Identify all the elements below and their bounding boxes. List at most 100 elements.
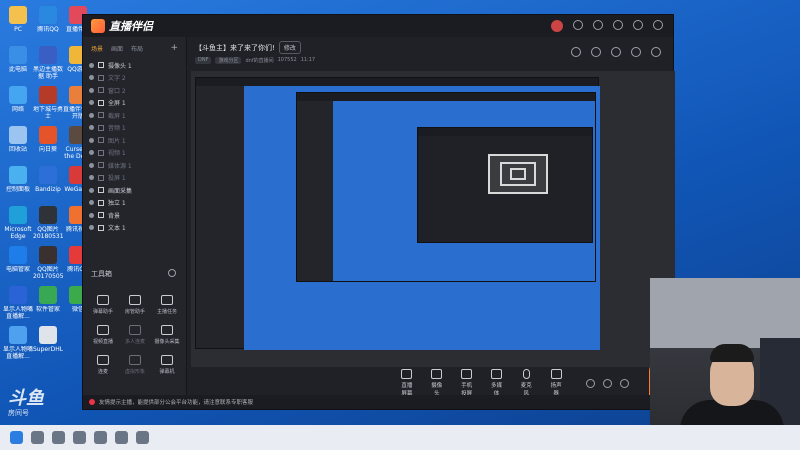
edit-title-button[interactable]: 修改 — [278, 41, 301, 54]
game-tag: DNF — [195, 57, 212, 64]
layer-item[interactable]: 独立 1 — [83, 197, 186, 210]
record-icon[interactable] — [571, 47, 581, 57]
desktop-icon[interactable]: 显示人物嘴 直播解... — [3, 286, 33, 320]
app-icon[interactable] — [115, 431, 128, 444]
start-menu-icon[interactable] — [10, 431, 23, 444]
toolbox-item[interactable]: 虚拟形象 — [119, 355, 151, 375]
eye-icon[interactable] — [603, 378, 613, 388]
gift-icon[interactable] — [611, 47, 621, 57]
desktop-icon[interactable]: Microsoft Edge — [3, 206, 33, 240]
toolbox-item[interactable]: 主播任务 — [151, 295, 183, 315]
layer-item[interactable]: 文字 2 — [83, 72, 186, 85]
room-name: dnf的直播间 — [245, 58, 274, 64]
toolbox-item[interactable]: 多人连麦 — [119, 325, 151, 345]
layer-item[interactable]: 全屏 1 — [83, 97, 186, 110]
layer-item[interactable]: 背景 — [83, 209, 186, 222]
toolbox-settings-icon[interactable] — [168, 269, 176, 277]
settings-icon[interactable] — [620, 378, 630, 388]
settings-icon[interactable] — [593, 20, 603, 30]
layer-item[interactable]: 画面采集 — [83, 184, 186, 197]
desktop-icon[interactable]: 电脑管家 — [3, 246, 33, 280]
layer-item[interactable]: 视频 1 — [83, 147, 186, 160]
eye-icon[interactable] — [89, 162, 94, 168]
minimize-icon[interactable] — [633, 20, 643, 30]
live-companion-taskbar-icon[interactable] — [136, 431, 149, 444]
toolbox-item[interactable]: 视频直播 — [87, 325, 119, 345]
layer-item[interactable]: 文本 1 — [83, 222, 186, 235]
desktop-icon[interactable]: 此电脑 — [3, 46, 33, 80]
desktop-icon[interactable]: 黑边主播数据 助手 — [33, 46, 63, 80]
close-icon[interactable] — [653, 20, 663, 30]
layer-item[interactable]: 媒体源 1 — [83, 159, 186, 172]
toolbox-item[interactable]: 连麦 — [87, 355, 119, 375]
eye-icon[interactable] — [89, 87, 94, 93]
eye-icon[interactable] — [89, 150, 94, 156]
toolbox-item[interactable]: 房管助手 — [119, 295, 151, 315]
tool-icon — [129, 325, 141, 335]
tab-canvas[interactable]: 画面 — [111, 44, 123, 53]
desktop-icon[interactable]: 控制面板 — [3, 166, 33, 200]
layer-type-icon — [98, 99, 104, 106]
explorer-icon[interactable] — [94, 431, 107, 444]
bottom-button[interactable]: 扬声器 — [548, 369, 564, 397]
bell-icon[interactable] — [631, 47, 641, 57]
tab-layout[interactable]: 布局 — [131, 44, 143, 53]
eye-icon[interactable] — [89, 137, 94, 143]
bottom-button[interactable]: 麦克风 — [518, 369, 534, 397]
desktop-icon[interactable]: 回收站 — [3, 126, 33, 160]
desktop-icon[interactable]: SuperDHL... — [33, 326, 63, 360]
layer-item[interactable]: 音频 1 — [83, 122, 186, 135]
desktop-icon[interactable]: 向日葵 — [33, 126, 63, 160]
bottom-button[interactable]: 直播屏幕 — [399, 369, 415, 397]
desktop-icon[interactable]: 网络 — [3, 86, 33, 120]
layer-item[interactable]: 截屏 1 — [83, 109, 186, 122]
toolbox-item[interactable]: 弹幕助手 — [87, 295, 119, 315]
bottom-button[interactable]: 摄像头 — [429, 369, 445, 397]
desktop-icon[interactable]: QQ图片 20170505... — [33, 246, 63, 280]
desktop-icon[interactable]: Bandizip — [33, 166, 63, 200]
eye-icon[interactable] — [89, 125, 94, 131]
search-icon[interactable] — [31, 431, 44, 444]
user-avatar[interactable] — [551, 20, 563, 32]
bottom-button[interactable]: 多媒体 — [489, 369, 505, 397]
desktop-icon[interactable]: 地下城与勇士 — [33, 86, 63, 120]
bottom-button[interactable]: 手机投屏 — [459, 369, 475, 397]
stream-preview[interactable] — [191, 71, 675, 367]
logo-text: 直播伴侣 — [109, 20, 153, 33]
desktop-app-icon — [9, 6, 27, 24]
eye-icon[interactable] — [89, 62, 94, 68]
add-icon[interactable]: + — [170, 43, 178, 53]
desktop-app-icon — [39, 46, 57, 64]
layer-item[interactable]: 窗口 2 — [83, 84, 186, 97]
toolbox-item[interactable]: 弹幕机 — [151, 355, 183, 375]
layer-type-icon — [98, 174, 104, 181]
notice-bar: 友情提示主播，能提供部分公会平台功能，请注意联系专职客服 — [83, 395, 673, 409]
eye-icon[interactable] — [89, 200, 94, 206]
layer-item[interactable]: 投屏 1 — [83, 172, 186, 185]
eye-icon[interactable] — [89, 112, 94, 118]
camera-icon[interactable] — [586, 378, 596, 388]
desktop-icon[interactable]: 软件管家 — [33, 286, 63, 320]
desktop-icon[interactable]: 腾讯QQ — [33, 6, 63, 40]
desktop-icon[interactable]: PC — [3, 6, 33, 40]
desktop-icon-label: 控制面板 — [5, 186, 30, 193]
share-icon[interactable] — [591, 47, 601, 57]
task-view-icon[interactable] — [52, 431, 65, 444]
eye-icon[interactable] — [89, 225, 94, 231]
eye-icon[interactable] — [89, 75, 94, 81]
layer-item[interactable]: 摄像头 1 — [83, 59, 186, 72]
eye-icon[interactable] — [89, 100, 94, 106]
help-icon[interactable] — [613, 20, 623, 30]
desktop-icon[interactable]: 显示人物嘴 直播解... — [3, 326, 33, 360]
message-icon[interactable] — [573, 20, 583, 30]
eye-icon[interactable] — [89, 175, 94, 181]
eye-icon[interactable] — [89, 187, 94, 193]
layer-label: 摄像头 1 — [108, 62, 132, 70]
layer-item[interactable]: 图片 1 — [83, 134, 186, 147]
toolbox-item[interactable]: 摄像头采集 — [151, 325, 183, 345]
share-link-icon[interactable] — [651, 47, 661, 57]
tab-scene[interactable]: 场景 — [91, 44, 103, 53]
desktop-icon[interactable]: QQ图片 20180531... — [33, 206, 63, 240]
eye-icon[interactable] — [89, 212, 94, 218]
edge-icon[interactable] — [73, 431, 86, 444]
